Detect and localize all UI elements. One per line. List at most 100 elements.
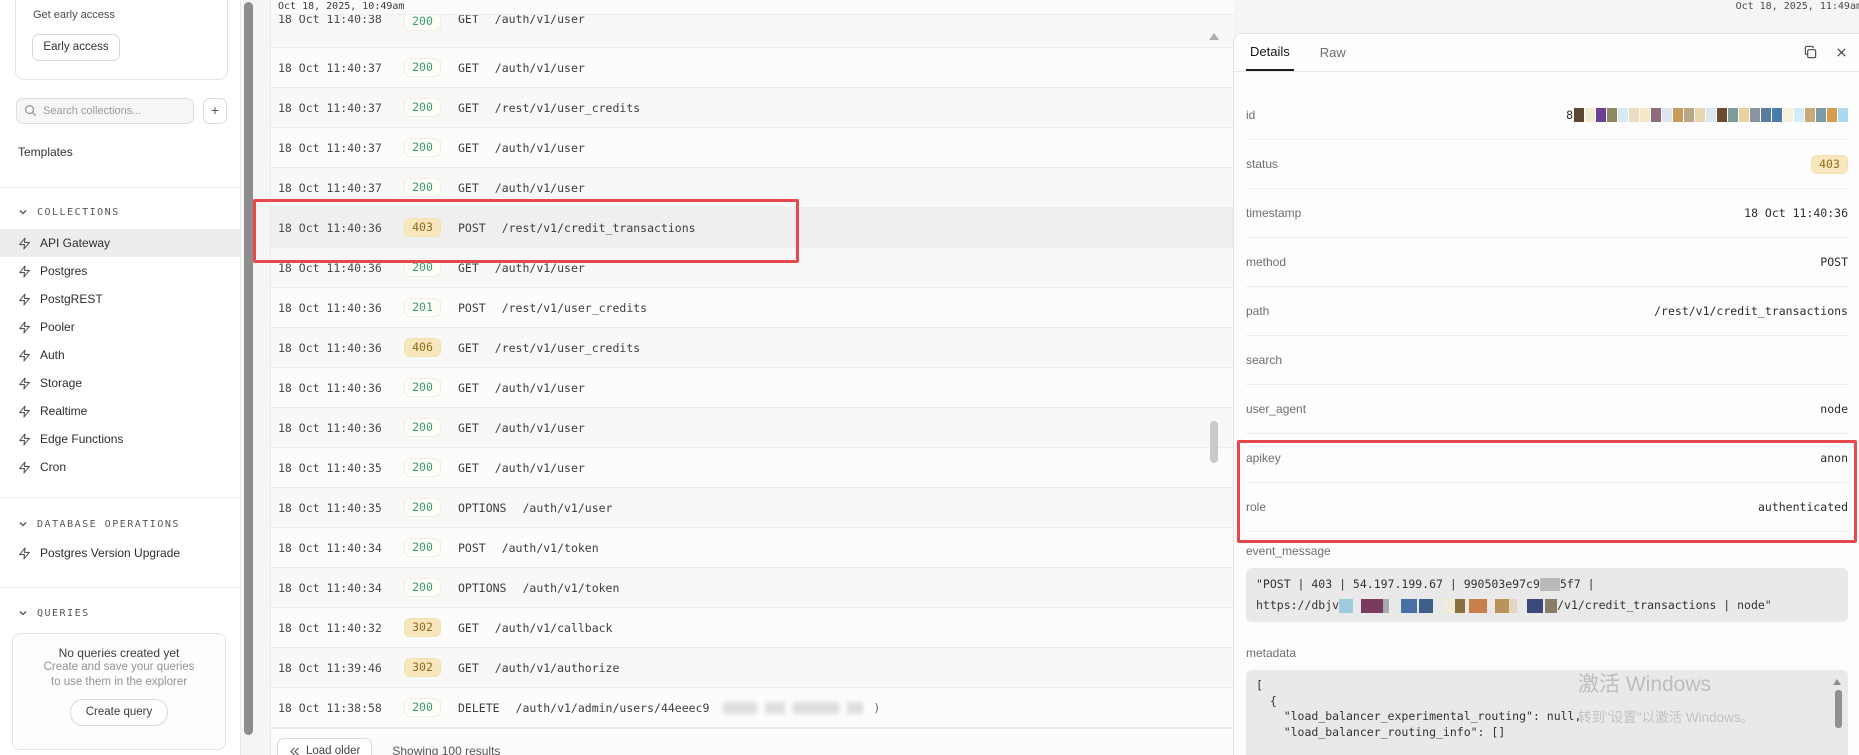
detail-field-label: status <box>1246 157 1279 171</box>
log-row[interactable]: 18 Oct 11:40:37 200 GET /rest/v1/user_cr… <box>271 88 1234 128</box>
queries-section-header[interactable]: QUERIES <box>0 603 240 623</box>
log-row[interactable]: 18 Oct 11:40:36 406 GET /rest/v1/user_cr… <box>271 328 1234 368</box>
detail-field-value: 8 <box>1566 108 1848 123</box>
http-method: OPTIONS <box>458 500 507 515</box>
sidebar-item-edge-functions[interactable]: Edge Functions <box>0 425 240 453</box>
sidebar-item-pooler[interactable]: Pooler <box>0 313 240 341</box>
metadata-block: [ { "load_balancer_experimental_routing"… <box>1246 670 1848 755</box>
log-time: 18 Oct 11:40:36 <box>278 420 382 435</box>
zap-icon <box>18 237 31 250</box>
sidebar: Get early access Early access + Template… <box>0 0 241 755</box>
windows-activation-watermark: 激活 Windows <box>1578 673 1712 696</box>
log-row[interactable]: 18 Oct 11:39:46 302 GET /auth/v1/authori… <box>271 648 1234 688</box>
status-badge: 200 <box>404 98 441 117</box>
detail-field-label: timestamp <box>1246 206 1302 220</box>
detail-field-value: 403 <box>1811 154 1848 174</box>
log-row[interactable]: 18 Oct 11:38:58 200 DELETE /auth/v1/admi… <box>271 688 1234 728</box>
detail-field-value: authenticated <box>1757 500 1848 514</box>
log-row[interactable]: 18 Oct 11:40:35 200 OPTIONS /auth/v1/use… <box>271 488 1234 528</box>
log-path: /auth/v1/token <box>522 580 620 595</box>
detail-field-status: status 403 <box>1246 140 1848 189</box>
detail-fields: id 8 status 403 timestamp 18 Oct 11:40:3… <box>1234 71 1859 532</box>
details-tabbar: Details Raw <box>1234 34 1859 72</box>
sidebar-scrollbar[interactable] <box>244 2 253 735</box>
log-table-scrollbar[interactable] <box>1210 421 1218 463</box>
status-badge: 200 <box>404 138 441 157</box>
sidebar-item-postgres[interactable]: Postgres <box>0 257 240 285</box>
load-older-button[interactable]: Load older <box>277 738 373 755</box>
log-row[interactable]: 18 Oct 11:40:36 200 GET /auth/v1/user <box>271 368 1234 408</box>
close-icon[interactable] <box>1835 46 1848 59</box>
log-time: 18 Oct 11:40:37 <box>278 180 382 195</box>
divider <box>0 587 240 588</box>
zap-icon <box>18 405 31 418</box>
redaction-blocks <box>1339 598 1558 613</box>
zap-icon <box>18 321 31 334</box>
log-row[interactable]: 18 Oct 11:40:37 200 GET /auth/v1/user <box>271 168 1234 208</box>
http-method: DELETE <box>458 700 500 715</box>
tab-raw[interactable]: Raw <box>1316 34 1350 71</box>
detail-field-search: search <box>1246 336 1848 385</box>
copy-icon[interactable] <box>1803 45 1818 60</box>
logs-explorer-page: Get early access Early access + Template… <box>0 0 1859 755</box>
promo-title: Get early access <box>33 9 115 21</box>
http-method: GET <box>458 60 479 75</box>
sidebar-item-label: Postgres Version Upgrade <box>40 546 181 560</box>
promo-card: Get early access Early access <box>15 0 228 80</box>
search-collections-input[interactable] <box>16 98 194 124</box>
scroll-up-arrow-icon[interactable] <box>1209 33 1219 40</box>
status-badge: 201 <box>404 298 441 317</box>
log-row[interactable]: 18 Oct 11:40:36 403 POST /rest/v1/credit… <box>271 208 1234 248</box>
sidebar-item-label: Edge Functions <box>40 432 124 446</box>
log-path: /auth/v1/user <box>494 260 585 275</box>
collections-section-header[interactable]: COLLECTIONS <box>0 202 240 222</box>
http-method: GET <box>458 660 479 675</box>
sidebar-item-storage[interactable]: Storage <box>0 369 240 397</box>
zap-icon <box>18 265 31 278</box>
sidebar-item-templates[interactable]: Templates <box>0 139 240 166</box>
tab-details[interactable]: Details <box>1246 34 1294 71</box>
detail-field-id: id 8 <box>1246 91 1848 140</box>
sidebar-item-realtime[interactable]: Realtime <box>0 397 240 425</box>
log-row[interactable]: 18 Oct 11:40:36 200 GET /auth/v1/user <box>271 248 1234 288</box>
sidebar-item-cron[interactable]: Cron <box>0 453 240 481</box>
log-row[interactable]: 18 Oct 11:40:35 200 GET /auth/v1/user <box>271 448 1234 488</box>
log-row[interactable]: 18 Oct 11:40:36 200 GET /auth/v1/user <box>271 408 1234 448</box>
sidebar-item-postgres-version-upgrade[interactable]: Postgres Version Upgrade <box>0 539 240 567</box>
log-row[interactable]: 18 Oct 11:40:36 201 POST /rest/v1/user_c… <box>271 288 1234 328</box>
zap-icon <box>18 547 31 560</box>
early-access-button[interactable]: Early access <box>32 34 120 61</box>
log-row[interactable]: 18 Oct 11:40:32 302 GET /auth/v1/callbac… <box>271 608 1234 648</box>
create-query-button[interactable]: Create query <box>70 699 168 726</box>
database-operations-section-header[interactable]: DATABASE OPERATIONS <box>0 514 240 534</box>
sidebar-item-postgrest[interactable]: PostgREST <box>0 285 240 313</box>
detail-field-timestamp: timestamp 18 Oct 11:40:36 <box>1246 189 1848 238</box>
status-badge: 200 <box>404 458 441 477</box>
status-badge: 200 <box>404 498 441 517</box>
sidebar-item-auth[interactable]: Auth <box>0 341 240 369</box>
log-row[interactable]: 18 Oct 11:40:34 200 POST /auth/v1/token <box>271 528 1234 568</box>
status-badge: 200 <box>404 698 441 717</box>
zap-icon <box>18 461 31 474</box>
detail-field-label: method <box>1246 255 1287 269</box>
http-method: POST <box>458 220 486 235</box>
http-method: GET <box>458 260 479 275</box>
sidebar-item-api-gateway[interactable]: API Gateway <box>0 229 240 257</box>
log-time: 18 Oct 11:40:37 <box>278 100 382 115</box>
log-path: /auth/v1/callback <box>494 620 613 635</box>
log-row[interactable]: 18 Oct 11:40:37 200 GET /auth/v1/user <box>271 48 1234 88</box>
sidebar-item-label: Auth <box>40 348 65 362</box>
metadata-scrollbar[interactable] <box>1835 690 1842 728</box>
http-method: POST <box>458 300 486 315</box>
log-row[interactable]: 18 Oct 11:40:34 200 OPTIONS /auth/v1/tok… <box>271 568 1234 608</box>
queries-empty-title: No queries created yet <box>58 646 180 660</box>
scroll-up-arrow-icon[interactable] <box>1833 679 1841 685</box>
log-row[interactable]: 18 Oct 11:40:37 200 GET /auth/v1/user <box>271 128 1234 168</box>
detail-field-label: user_agent <box>1246 402 1307 416</box>
log-time: 18 Oct 11:40:34 <box>278 540 382 555</box>
add-collection-button[interactable]: + <box>203 98 227 124</box>
event-message-block: "POST | 403 | 54.197.199.67 | 990503e97c… <box>1246 568 1848 622</box>
log-row[interactable]: 18 Oct 11:40:38 200 GET /auth/v1/user <box>271 15 1234 48</box>
log-path: /rest/v1/user_credits <box>501 300 648 315</box>
sidebar-item-label: PostgREST <box>40 292 103 306</box>
